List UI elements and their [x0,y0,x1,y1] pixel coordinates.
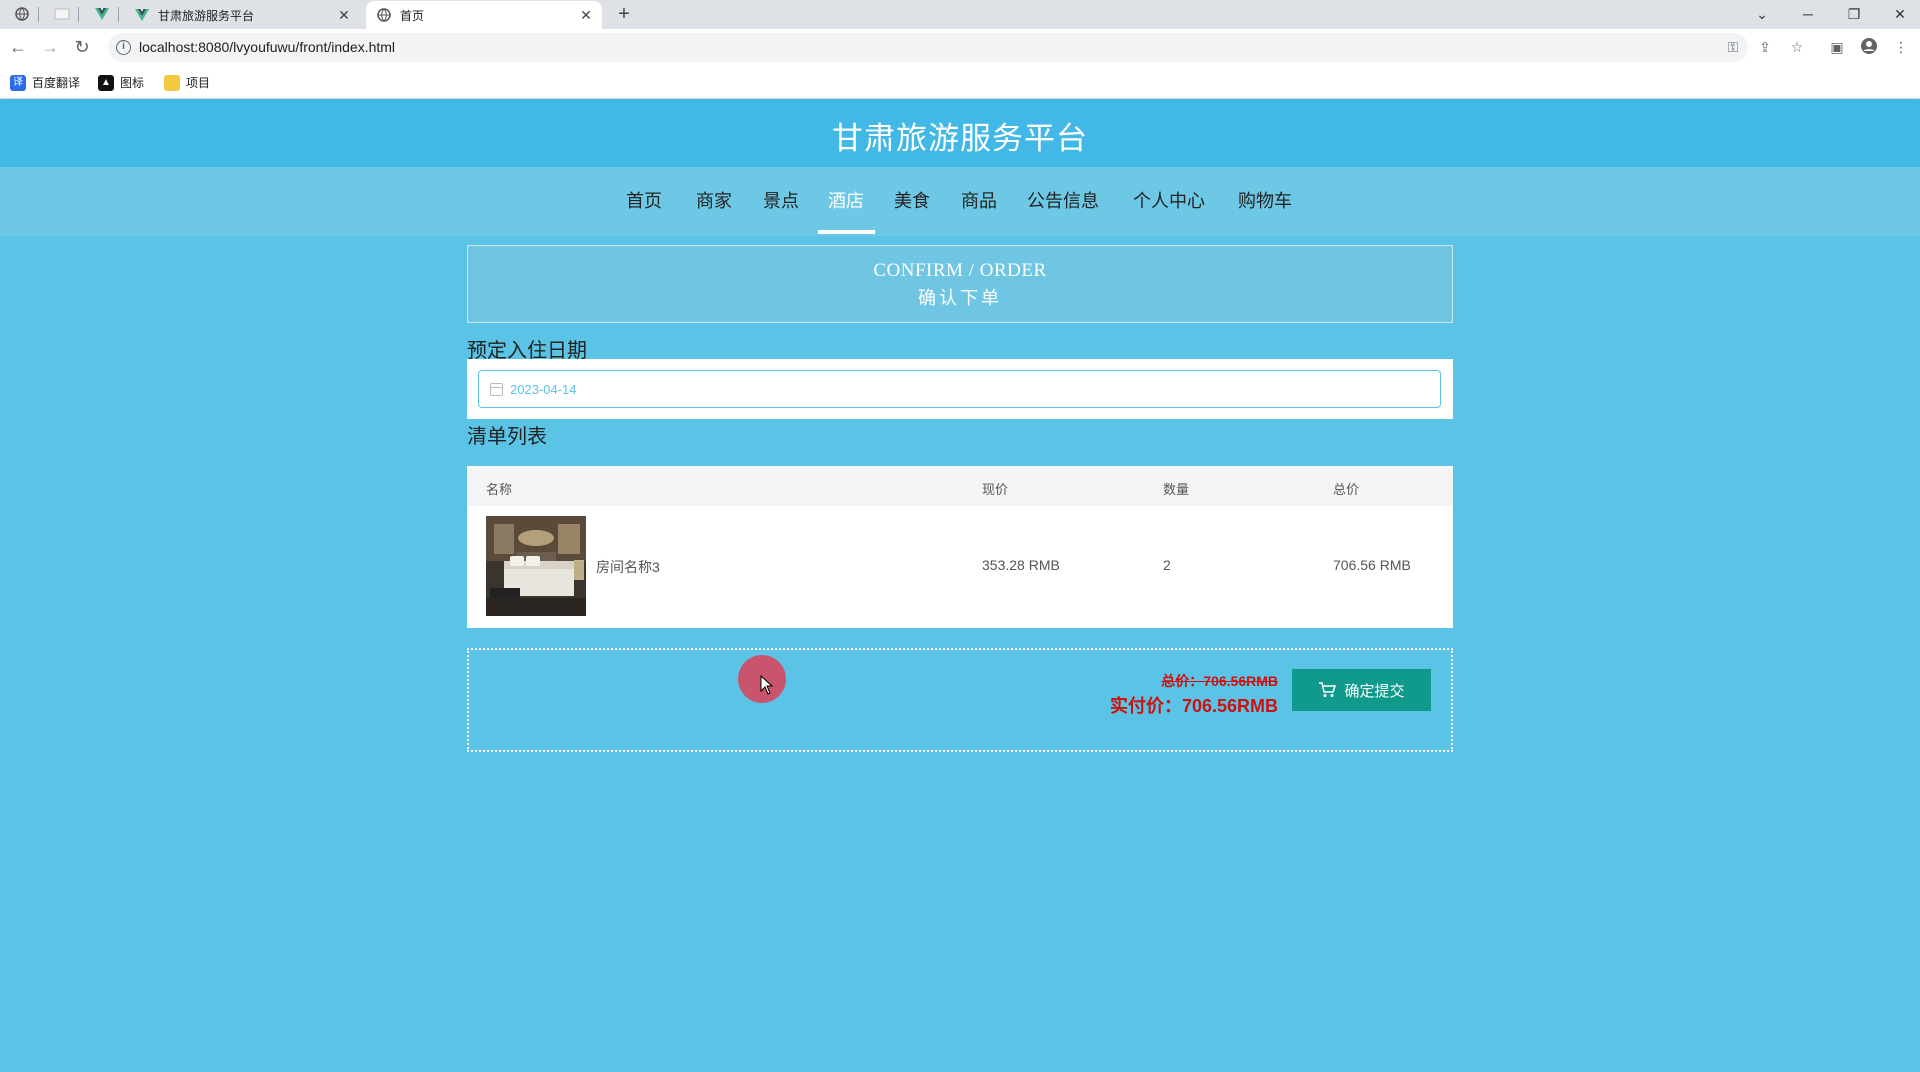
submit-label: 确定提交 [1344,682,1405,700]
cart-icon [1318,682,1337,698]
bookmark-label: 图标 [120,76,145,90]
nav-home[interactable]: 首页 [626,187,662,213]
share-icon[interactable]: ⇪ [1755,37,1775,57]
tab-title: 甘肃旅游服务平台 [158,8,255,23]
cart-table: 名称 现价 数量 总价 房间名称3 353.28 RMB 2 706.56 RM… [467,466,1453,628]
nav-personal-center[interactable]: 个人中心 [1133,187,1205,213]
header-total: 总价 [1333,482,1360,497]
table-header: 名称 现价 数量 总价 [467,466,1453,506]
cart-list-label: 清单列表 [467,426,547,448]
bookmark-label: 百度翻译 [32,76,81,90]
room-price: 353.28 RMB [982,557,1060,573]
browser-tab-bar: 甘肃旅游服务平台 ✕ 首页 ✕ + ⌄ ─ ❐ ✕ [0,0,1920,29]
vue-logo-icon [134,7,150,23]
confirm-title-cn: 确认下单 [918,288,1002,308]
actual-payment: 实付价：706.56RMB [1109,696,1278,716]
confirm-title-en: CONFIRM / ORDER [873,260,1047,281]
header-price: 现价 [982,482,1009,497]
vue-logo-icon[interactable] [92,4,112,24]
tab-separator [38,7,39,22]
bookmark-folder-project[interactable]: 项目 [164,74,210,91]
profile-avatar-icon[interactable] [1859,37,1879,57]
mouse-pointer-icon [760,675,774,695]
tab-title: 首页 [400,8,425,23]
blank-page-icon[interactable] [52,4,72,24]
back-icon[interactable]: ← [6,35,30,59]
forward-icon[interactable]: → [38,35,62,59]
folder-icon [164,74,180,91]
site-title: 甘肃旅游服务平台 [832,121,1088,156]
image-icon: ▲ [98,74,114,91]
restore-button[interactable]: ❐ [1839,2,1869,26]
nav-attractions[interactable]: 景点 [763,187,799,213]
site-header: 甘肃旅游服务平台 [0,99,1920,167]
room-name: 房间名称3 [596,559,660,575]
room-thumbnail [486,516,586,616]
nav-merchants[interactable]: 商家 [696,187,732,213]
nav-hotels[interactable]: 酒店 [828,187,864,213]
tab-platform[interactable]: 甘肃旅游服务平台 ✕ [124,1,360,29]
header-quantity: 数量 [1163,482,1190,497]
nav-cart[interactable]: 购物车 [1238,187,1292,213]
url-text[interactable]: localhost:8080/lvyoufuwu/front/index.htm… [139,39,395,55]
translate-icon: 译 [10,74,26,91]
bookmark-label: 项目 [186,76,211,90]
nav-announcements[interactable]: 公告信息 [1027,187,1099,213]
minimize-button[interactable]: ─ [1793,2,1823,26]
confirm-submit-button[interactable]: 确定提交 [1292,669,1431,711]
tab-search-icon[interactable]: ⌄ [1747,2,1777,26]
new-tab-button[interactable]: + [612,3,636,26]
nav-products[interactable]: 商品 [961,187,997,213]
close-window-button[interactable]: ✕ [1885,2,1915,26]
checkin-date-value: 2023-04-14 [510,382,577,397]
active-nav-indicator [818,230,875,234]
password-key-icon[interactable]: ⚿ [1723,37,1743,57]
room-total: 706.56 RMB [1333,557,1411,573]
close-tab-icon[interactable]: ✕ [336,7,352,23]
main-nav: 首页 商家 景点 酒店 美食 商品 公告信息 个人中心 购物车 [0,167,1920,236]
globe-icon[interactable] [12,4,32,24]
bookmark-icons[interactable]: ▲ 图标 [98,74,144,91]
address-bar-row: ← → ↻ i localhost:8080/lvyoufuwu/front/i… [0,29,1920,66]
calendar-icon [490,383,503,396]
checkin-date-picker[interactable]: 2023-04-14 [478,370,1441,408]
url-bar[interactable]: i localhost:8080/lvyoufuwu/front/index.h… [108,33,1748,62]
checkin-date-panel: 2023-04-14 [467,359,1453,419]
site-info-icon[interactable]: i [116,40,131,55]
confirm-order-heading: CONFIRM / ORDER 确认下单 [467,245,1453,323]
bookmark-star-icon[interactable]: ☆ [1787,37,1807,57]
reload-icon[interactable]: ↻ [70,35,94,59]
bookmarks-bar: 译 百度翻译 ▲ 图标 项目 [0,66,1920,99]
side-panel-icon[interactable]: ▣ [1827,37,1847,57]
globe-icon [376,7,392,23]
room-quantity: 2 [1163,557,1171,573]
tab-separator [78,7,79,22]
order-summary: 总价：706.56RMB 实付价：706.56RMB 确定提交 [467,648,1453,752]
nav-food[interactable]: 美食 [894,187,930,213]
close-tab-icon[interactable]: ✕ [578,7,594,23]
bookmark-baidu-translate[interactable]: 译 百度翻译 [10,74,80,91]
menu-kebab-icon[interactable]: ⋮ [1891,37,1911,57]
tab-home[interactable]: 首页 ✕ [366,1,602,29]
header-name: 名称 [486,482,513,497]
tab-separator [118,7,119,22]
original-total: 总价：706.56RMB [1161,673,1278,689]
